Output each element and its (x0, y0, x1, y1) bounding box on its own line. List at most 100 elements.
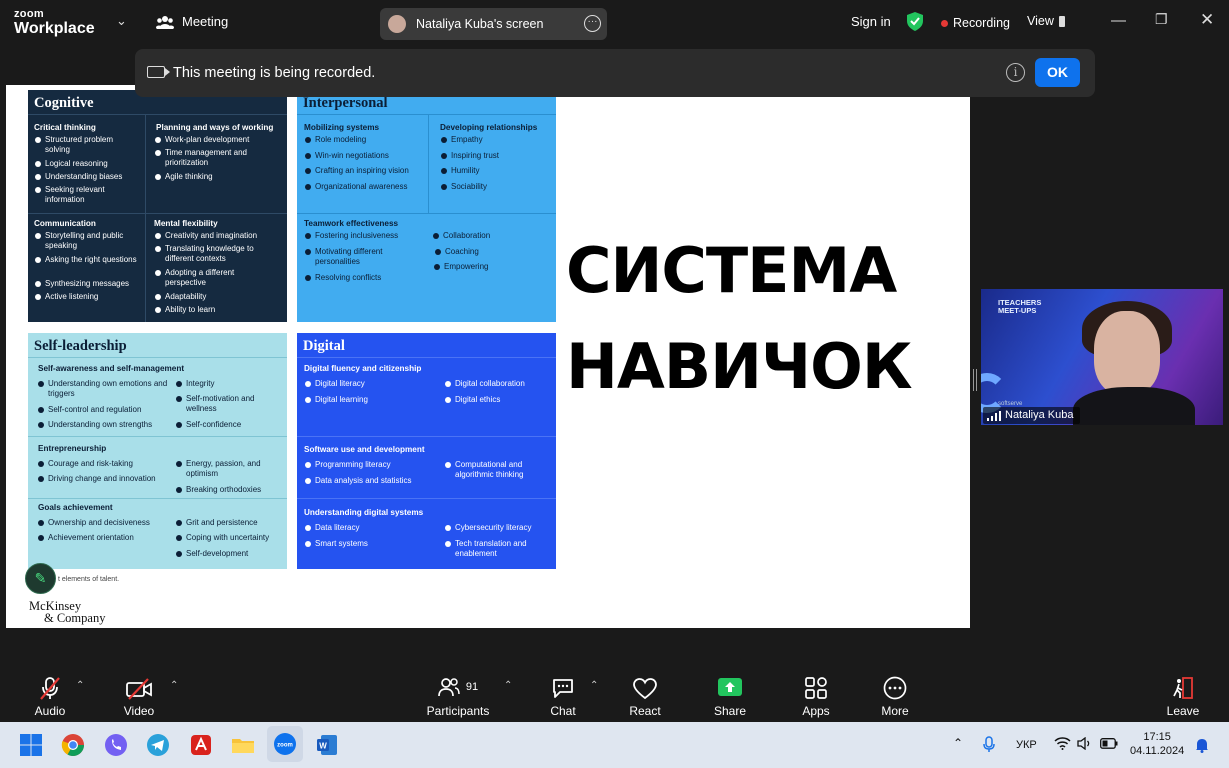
video-brand-line2: MEET-UPS (998, 306, 1037, 315)
list-item: Agile thinking (155, 172, 280, 182)
screen-share-pill[interactable]: Nataliya Kuba's screen ··· (380, 8, 607, 40)
cognitive-block: Cognitive Critical thinking Structured p… (28, 90, 287, 322)
self-awareness-heading: Self-awareness and self-management (38, 364, 185, 373)
zoom-logo: zoom Workplace (14, 9, 95, 37)
list-item: Coaching (435, 247, 545, 257)
interpersonal-block: Interpersonal Mobilizing systems Role mo… (297, 90, 556, 322)
self-leadership-title: Self-leadership (34, 338, 127, 354)
acrobat-icon[interactable] (189, 733, 213, 757)
chat-options-caret-icon[interactable]: ⌃ (590, 680, 598, 691)
file-explorer-icon[interactable] (231, 733, 255, 757)
keyboard-language[interactable]: УКР (1016, 739, 1037, 751)
video-options-caret-icon[interactable]: ⌃ (170, 680, 178, 691)
entrepreneurship-heading: Entrepreneurship (38, 444, 107, 453)
slide-heading-line1: СИСТЕМА (566, 234, 897, 307)
list-item: Logical reasoning (35, 159, 140, 169)
chat-button[interactable]: Chat (546, 674, 580, 718)
view-menu[interactable]: View (1027, 14, 1065, 28)
digital-fluency-heading: Digital fluency and citizenship (304, 364, 422, 373)
more-icon (883, 676, 907, 700)
participants-button[interactable]: 91 Participants (424, 674, 492, 718)
volume-icon[interactable] (1077, 737, 1093, 750)
react-button[interactable]: React (627, 674, 663, 718)
screen-share-label: Nataliya Kuba's screen (416, 17, 544, 31)
microphone-tray-icon[interactable] (983, 736, 995, 753)
view-label: View (1027, 14, 1054, 28)
audio-options-caret-icon[interactable]: ⌃ (76, 680, 84, 691)
participant-face (1094, 311, 1160, 395)
list-item: Structured problem solving (35, 135, 140, 155)
apps-label: Apps (802, 704, 830, 718)
list-item: Self-motivation and wellness (176, 394, 276, 414)
list-item: Computational and algorithmic thinking (445, 460, 550, 480)
notification-bell-icon[interactable] (1195, 737, 1209, 753)
show-hidden-icons-chevron-icon[interactable]: ⌃ (953, 736, 963, 750)
more-button[interactable]: More (878, 674, 912, 718)
heart-icon (633, 678, 657, 700)
restore-icon[interactable]: ❐ (1155, 11, 1168, 28)
list-item: Adaptability (155, 292, 275, 302)
list-item: Asking the right questions (35, 255, 140, 265)
list-item: Digital literacy (305, 379, 435, 389)
list-item: Tech translation and enablement (445, 539, 550, 559)
svg-text:zoom: zoom (277, 743, 293, 749)
goals-heading: Goals achievement (38, 503, 113, 512)
top-bar: zoom Workplace ⌄ Meeting Nataliya Kuba's… (0, 0, 1229, 46)
list-item: Organizational awareness (305, 182, 425, 192)
minimize-icon[interactable]: — (1111, 12, 1126, 29)
video-camera-off-icon (126, 678, 152, 700)
list-item: Role modeling (305, 135, 425, 145)
chevron-down-icon[interactable]: ⌄ (116, 13, 127, 29)
panel-resize-handle[interactable] (973, 369, 977, 391)
mental-flexibility-heading: Mental flexibility (154, 219, 218, 228)
software-heading: Software use and development (304, 445, 425, 454)
chat-label: Chat (550, 704, 576, 718)
signal-bars-icon (987, 411, 1001, 421)
leave-door-icon (1173, 677, 1193, 699)
share-label: Share (713, 704, 747, 718)
more-options-icon[interactable]: ··· (584, 15, 601, 32)
list-item: Ability to learn (155, 305, 275, 315)
list-item: Empowering (434, 262, 544, 272)
sign-in-link[interactable]: Sign in (851, 14, 891, 29)
chrome-icon[interactable] (61, 733, 85, 757)
meeting-menu[interactable]: Meeting (156, 14, 228, 29)
digital-title: Digital (303, 338, 345, 354)
word-icon[interactable]: W (315, 733, 339, 757)
apps-button[interactable]: Apps (799, 674, 833, 718)
annotate-pen-icon[interactable]: ✎ (25, 563, 56, 594)
participants-options-caret-icon[interactable]: ⌃ (504, 680, 512, 691)
recording-label: Recording (953, 16, 1010, 30)
zoom-taskbar-button[interactable]: zoom (267, 726, 303, 762)
shield-check-icon[interactable] (907, 12, 923, 31)
telegram-icon[interactable] (146, 733, 170, 757)
audio-button[interactable]: Audio (29, 674, 71, 718)
info-icon[interactable]: i (1006, 63, 1025, 82)
meeting-controls: Audio ⌃ Video ⌃ 91 Participants ⌃ Chat ⌃… (0, 666, 1229, 722)
leave-button[interactable]: Leave (1165, 674, 1201, 718)
list-item: Synthesizing messages (35, 279, 145, 289)
close-icon[interactable]: ✕ (1200, 10, 1214, 30)
battery-icon[interactable] (1100, 738, 1118, 749)
recording-notice-text: This meeting is being recorded. (173, 65, 376, 81)
list-item: Work-plan development (155, 135, 280, 145)
list-item: Understanding own strengths (38, 420, 183, 430)
recording-indicator[interactable]: Recording (941, 16, 1010, 30)
taskbar-clock[interactable]: 17:15 04.11.2024 (1130, 730, 1184, 758)
share-button[interactable]: Share (712, 674, 748, 718)
microphone-muted-icon (40, 677, 60, 700)
brand-line2: & Company (44, 611, 106, 625)
windows-start-icon[interactable] (19, 733, 43, 757)
video-button[interactable]: Video (117, 674, 161, 718)
wifi-icon[interactable] (1054, 737, 1071, 750)
list-item: Smart systems (305, 539, 435, 549)
zoom-icon: zoom (274, 733, 296, 755)
ok-button[interactable]: OK (1035, 58, 1080, 87)
shared-slide: Cognitive Critical thinking Structured p… (6, 85, 970, 628)
list-item: Energy, passion, and optimism (176, 459, 276, 479)
list-item: Fostering inclusiveness (305, 231, 430, 241)
participant-video-tile[interactable]: ITEACHERS MEET-UPS softserve (981, 289, 1223, 425)
svg-text:W: W (319, 742, 327, 751)
list-item: Achievement orientation (38, 533, 173, 543)
viber-icon[interactable] (104, 733, 128, 757)
